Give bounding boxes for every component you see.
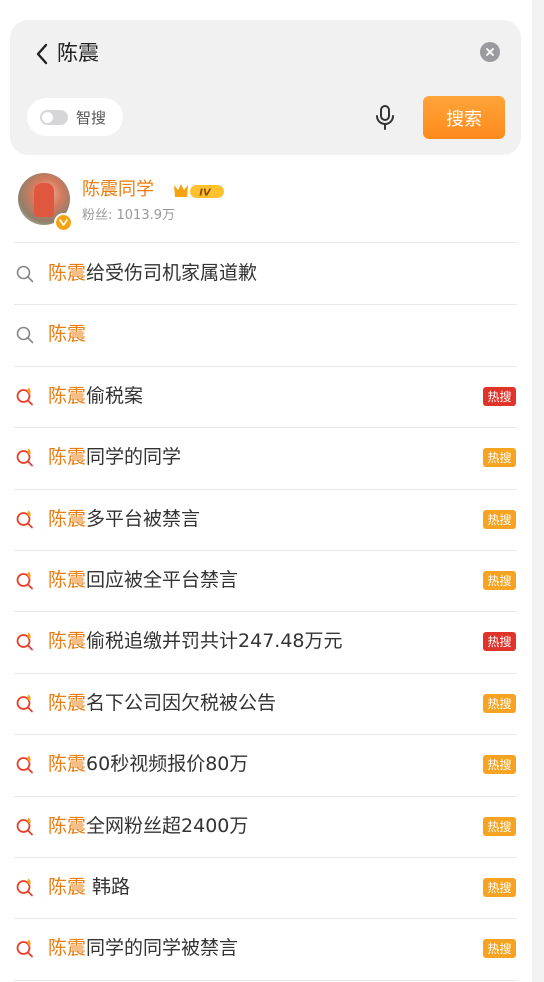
search-icon xyxy=(14,263,36,285)
suggestion-text: 陈震偷税案 xyxy=(48,383,143,409)
suggestion-rest: 给受伤司机家属道歉 xyxy=(86,262,258,284)
suggestion-text: 陈震全网粉丝超2400万 xyxy=(48,813,248,839)
hot-badge: 热搜 xyxy=(483,509,516,529)
suggestion-highlight: 陈震 xyxy=(48,876,87,898)
suggestion-text: 陈震给受伤司机家属道歉 xyxy=(48,260,257,286)
suggestion-item[interactable]: 陈震给受伤司机家属道歉 xyxy=(0,243,532,304)
hot-search-icon xyxy=(14,631,36,653)
suggestion-text: 陈震 xyxy=(48,321,86,347)
suggestion-rest: 韩路 xyxy=(86,876,131,898)
suggestion-highlight: 陈震 xyxy=(48,262,87,284)
suggestion-item[interactable]: 陈震同学的同学被禁言 热搜 xyxy=(0,918,532,979)
suggestion-text: 陈震回应被全平台禁言 xyxy=(48,567,238,593)
suggestion-highlight: 陈震 xyxy=(48,384,87,407)
suggestion-text: 陈震60秒视频报价80万 xyxy=(48,751,248,777)
suggestion-item[interactable]: 陈震多平台被禁言 热搜 xyxy=(0,489,532,550)
hot-badge: 热搜 xyxy=(483,755,516,775)
hot-badge: 热搜 xyxy=(483,878,516,897)
search-input[interactable]: 陈震 xyxy=(57,38,99,68)
suggestion-rest: 名下公司因欠税被公告 xyxy=(86,691,277,714)
search-panel: 陈震 智搜 搜索 xyxy=(10,20,521,155)
suggestion-text: 陈震多平台被禁言 xyxy=(48,506,200,532)
suggestion-rest: 全网粉丝超2400万 xyxy=(86,814,249,837)
hot-search-icon xyxy=(14,816,36,838)
suggestion-rest: 偷税追缴并罚共计247.48万元 xyxy=(86,630,343,653)
hot-badge: 热搜 xyxy=(483,448,516,468)
toggle-switch[interactable] xyxy=(40,109,68,125)
suggestion-item[interactable]: 陈震全网粉丝超2400万 热搜 xyxy=(0,796,532,857)
scrollbar-track xyxy=(532,0,544,982)
voice-search-button[interactable] xyxy=(372,104,398,132)
hot-search-icon xyxy=(14,877,36,899)
hot-badge: 热搜 xyxy=(483,816,516,836)
suggestion-item[interactable]: 陈震60秒视频报价80万 热搜 xyxy=(0,734,532,795)
hot-search-icon xyxy=(14,693,36,715)
suggestion-item[interactable]: 陈震名下公司因欠税被公告 热搜 xyxy=(0,673,532,734)
hot-search-icon xyxy=(14,447,36,469)
fans-count: 粉丝: 1013.9万 xyxy=(82,208,175,223)
smart-search-label: 智搜 xyxy=(76,108,107,127)
suggestion-rest: 同学的同学 xyxy=(86,446,182,469)
suggestion-highlight: 陈震 xyxy=(48,937,87,960)
suggestion-rest: 60秒视频报价80万 xyxy=(86,753,249,776)
svg-text:IV: IV xyxy=(199,188,212,199)
suggestion-text: 陈震同学的同学被禁言 xyxy=(48,935,238,961)
hot-badge: 热搜 xyxy=(483,386,516,406)
suggestion-text: 陈震名下公司因欠税被公告 xyxy=(48,690,276,716)
hot-search-icon xyxy=(14,386,36,408)
smart-search-toggle[interactable]: 智搜 xyxy=(27,98,123,136)
suggestion-item[interactable]: 陈震同学的同学 热搜 xyxy=(0,427,532,488)
suggestion-highlight: 陈震 xyxy=(48,630,87,653)
suggestion-highlight: 陈震 xyxy=(48,753,87,776)
suggestion-rest: 回应被全平台禁言 xyxy=(86,569,239,591)
suggestion-highlight: 陈震 xyxy=(48,569,87,591)
suggestion-item[interactable]: 陈震 韩路 热搜 xyxy=(0,857,532,918)
back-arrow-icon xyxy=(36,43,48,65)
suggestion-text: 陈震 韩路 xyxy=(48,874,130,900)
suggestion-highlight: 陈震 xyxy=(48,323,87,346)
hot-badge: 热搜 xyxy=(483,939,516,959)
search-icon xyxy=(14,324,36,346)
user-name: 陈震同学 xyxy=(82,179,154,200)
suggestion-highlight: 陈震 xyxy=(48,814,87,837)
hot-search-icon xyxy=(14,509,36,531)
vip-level-badge-icon: IV xyxy=(174,184,224,199)
suggestion-rest: 多平台被禁言 xyxy=(86,507,201,530)
verified-badge-icon xyxy=(54,213,73,232)
suggestion-item[interactable]: 陈震偷税案 热搜 xyxy=(0,366,532,427)
hot-badge: 热搜 xyxy=(483,693,516,713)
suggestion-text: 陈震同学的同学 xyxy=(48,444,181,470)
hot-search-icon xyxy=(14,754,36,776)
suggestion-rest: 偷税案 xyxy=(86,384,144,407)
close-icon xyxy=(486,48,494,56)
hot-search-icon xyxy=(14,570,36,592)
user-result[interactable]: 陈震同学 IV 粉丝: 1013.9万 xyxy=(0,162,532,242)
hot-search-icon xyxy=(14,938,36,960)
suggestion-highlight: 陈震 xyxy=(48,691,87,714)
suggestion-highlight: 陈震 xyxy=(48,507,87,530)
divider xyxy=(14,979,517,981)
suggestion-item[interactable]: 陈震 xyxy=(0,304,532,365)
search-button[interactable]: 搜索 xyxy=(423,96,505,139)
back-button[interactable] xyxy=(28,40,56,68)
clear-button[interactable] xyxy=(480,42,500,62)
hot-badge: 热搜 xyxy=(483,632,516,652)
suggestion-rest: 同学的同学被禁言 xyxy=(86,937,239,960)
suggestion-item[interactable]: 陈震回应被全平台禁言 热搜 xyxy=(0,550,532,611)
suggestion-highlight: 陈震 xyxy=(48,446,87,469)
hot-badge: 热搜 xyxy=(483,571,516,590)
toggle-knob xyxy=(42,111,53,123)
suggestion-item[interactable]: 陈震偷税追缴并罚共计247.48万元 热搜 xyxy=(0,611,532,672)
suggestion-text: 陈震偷税追缴并罚共计247.48万元 xyxy=(48,628,343,654)
microphone-icon xyxy=(376,105,394,130)
